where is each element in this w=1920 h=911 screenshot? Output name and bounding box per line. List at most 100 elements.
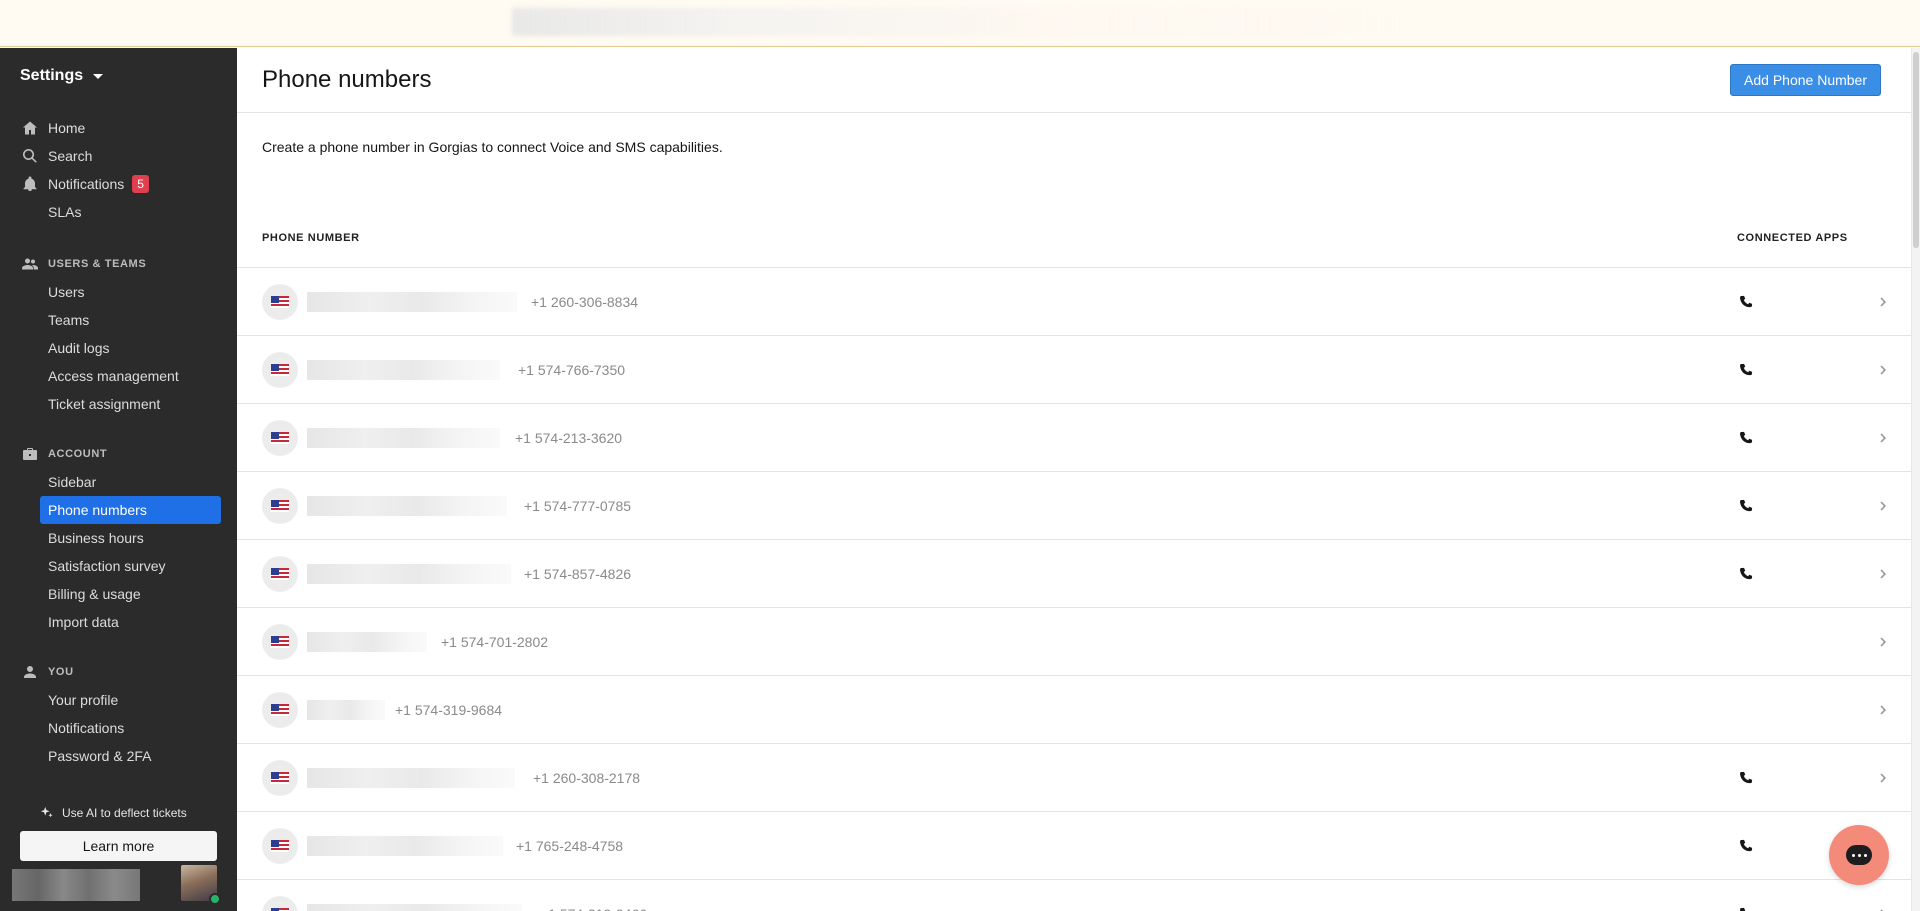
flag-graphic <box>271 363 289 376</box>
sidebar-item-label: Home <box>48 120 86 136</box>
phone-number-text: +1 574-213-3620 <box>515 430 623 446</box>
group-title: ACCOUNT <box>48 448 108 460</box>
chat-bubble-icon <box>1846 845 1872 865</box>
sidebar-item-sidebar[interactable]: Sidebar <box>16 468 225 496</box>
phone-number-text: +1 574-319-9684 <box>395 702 503 718</box>
sidebar-item-password-2fa[interactable]: Password & 2FA <box>16 742 225 770</box>
sidebar-item-audit-logs[interactable]: Audit logs <box>16 334 225 362</box>
learn-more-button[interactable]: Learn more <box>20 831 217 861</box>
sidebar-item-your-profile[interactable]: Your profile <box>16 686 225 714</box>
table-row[interactable]: +1 574-857-4826 <box>237 540 1911 608</box>
us-flag-icon <box>262 419 298 456</box>
chevron-right-icon[interactable] <box>1878 499 1892 513</box>
sidebar-item-satisfaction-survey[interactable]: Satisfaction survey <box>16 552 225 580</box>
settings-dropdown[interactable]: Settings <box>0 48 237 104</box>
page-header: Phone numbers Add Phone Number <box>237 48 1911 113</box>
chevron-right-icon[interactable] <box>1878 771 1892 785</box>
sidebar-item-access-management[interactable]: Access management <box>16 362 225 390</box>
bell-icon <box>20 174 40 194</box>
settings-sidebar: Settings Home Search Notifications 5 SLA… <box>0 48 237 911</box>
column-phone-number: PHONE NUMBER <box>262 232 360 244</box>
phone-name-redacted <box>307 904 522 911</box>
chevron-right-icon[interactable] <box>1878 907 1892 911</box>
main-content: Phone numbers Add Phone Number Create a … <box>237 48 1911 911</box>
person-icon <box>20 662 40 682</box>
us-flag-icon <box>262 623 298 660</box>
page-description: Create a phone number in Gorgias to conn… <box>262 139 723 155</box>
sidebar-item-home[interactable]: Home <box>16 114 221 142</box>
sidebar-item-billing-usage[interactable]: Billing & usage <box>16 580 225 608</box>
top-banner <box>0 0 1920 47</box>
flag-graphic <box>271 907 289 911</box>
phone-name-redacted <box>307 836 503 856</box>
flag-graphic <box>271 567 289 580</box>
sidebar-item-teams[interactable]: Teams <box>16 306 225 334</box>
table-row[interactable]: +1 765-248-4758 <box>237 812 1911 880</box>
phone-name-redacted <box>307 768 515 788</box>
phone-name-redacted <box>307 428 500 448</box>
chevron-right-icon[interactable] <box>1878 363 1892 377</box>
table-row[interactable]: +1 574-777-0785 <box>237 472 1911 540</box>
sidebar-item-label: Search <box>48 148 93 164</box>
flag-graphic <box>271 431 289 444</box>
phone-icon <box>1739 907 1753 911</box>
sidebar-item-ticket-assignment[interactable]: Ticket assignment <box>16 390 225 418</box>
group-users-teams: USERS & TEAMS <box>16 250 221 278</box>
search-icon <box>20 146 40 166</box>
table-row[interactable]: +1 260-306-8834 <box>237 268 1911 336</box>
online-status-dot <box>209 893 221 905</box>
sidebar-item-users[interactable]: Users <box>16 278 225 306</box>
sidebar-item-notifications-you[interactable]: Notifications <box>16 714 225 742</box>
sidebar-footer: Use AI to deflect tickets Learn more <box>0 799 237 911</box>
sparkle-icon <box>40 806 53 818</box>
us-flag-icon <box>262 759 298 796</box>
us-flag-icon <box>262 691 298 728</box>
chevron-right-icon[interactable] <box>1878 567 1892 581</box>
table-row[interactable]: +1 260-308-2178 <box>237 744 1911 812</box>
phone-number-text: +1 574-766-7350 <box>518 362 626 378</box>
phone-number-text: +1 574-857-4826 <box>524 566 632 582</box>
phone-number-text: +1 574-319-9466 <box>540 906 647 911</box>
scrollbar-thumb[interactable] <box>1913 52 1919 248</box>
phone-icon <box>1739 295 1753 309</box>
flag-graphic <box>271 839 289 852</box>
group-account: ACCOUNT <box>16 440 221 468</box>
sidebar-item-business-hours[interactable]: Business hours <box>16 524 225 552</box>
chevron-right-icon[interactable] <box>1878 295 1892 309</box>
phone-number-text: +1 260-306-8834 <box>531 294 639 310</box>
user-name-redacted <box>12 869 140 901</box>
table-row[interactable]: +1 574-701-2802 <box>237 608 1911 676</box>
phone-number-text: +1 574-701-2802 <box>441 634 549 650</box>
users-icon <box>20 254 40 274</box>
phone-name-redacted <box>307 564 511 584</box>
chevron-right-icon[interactable] <box>1878 635 1892 649</box>
table-row[interactable]: +1 574-766-7350 <box>237 336 1911 404</box>
table-row[interactable]: +1 574-319-9684 <box>237 676 1911 744</box>
chevron-right-icon[interactable] <box>1878 703 1892 717</box>
phone-number-text: +1 574-777-0785 <box>524 498 632 514</box>
table-row[interactable]: +1 574-213-3620 <box>237 404 1911 472</box>
sidebar-item-search[interactable]: Search <box>16 142 221 170</box>
phone-name-redacted <box>307 496 507 516</box>
avatar[interactable] <box>181 865 221 905</box>
flag-graphic <box>271 771 289 784</box>
phone-name-redacted <box>307 632 427 652</box>
sidebar-item-notifications[interactable]: Notifications 5 <box>16 170 221 198</box>
group-title: USERS & TEAMS <box>48 258 147 270</box>
scrollbar[interactable] <box>1911 48 1920 911</box>
phone-icon <box>1739 431 1753 445</box>
add-phone-number-button[interactable]: Add Phone Number <box>1730 64 1881 96</box>
sidebar-item-import-data[interactable]: Import data <box>16 608 225 636</box>
chat-widget-button[interactable] <box>1829 825 1889 885</box>
banner-redacted-text <box>512 8 1412 36</box>
sidebar-title: Settings <box>20 67 84 84</box>
sidebar-item-slas[interactable]: SLAs <box>16 198 225 226</box>
table-row[interactable]: +1 574-319-9466 <box>237 880 1911 911</box>
ai-promo-text: Use AI to deflect tickets <box>62 806 187 820</box>
briefcase-icon <box>20 444 40 464</box>
table-header: PHONE NUMBER CONNECTED APPS <box>237 209 1911 268</box>
chevron-right-icon[interactable] <box>1878 431 1892 445</box>
sidebar-item-phone-numbers[interactable]: Phone numbers <box>40 496 221 524</box>
phone-number-text: +1 765-248-4758 <box>516 838 624 854</box>
current-user[interactable] <box>12 865 221 905</box>
